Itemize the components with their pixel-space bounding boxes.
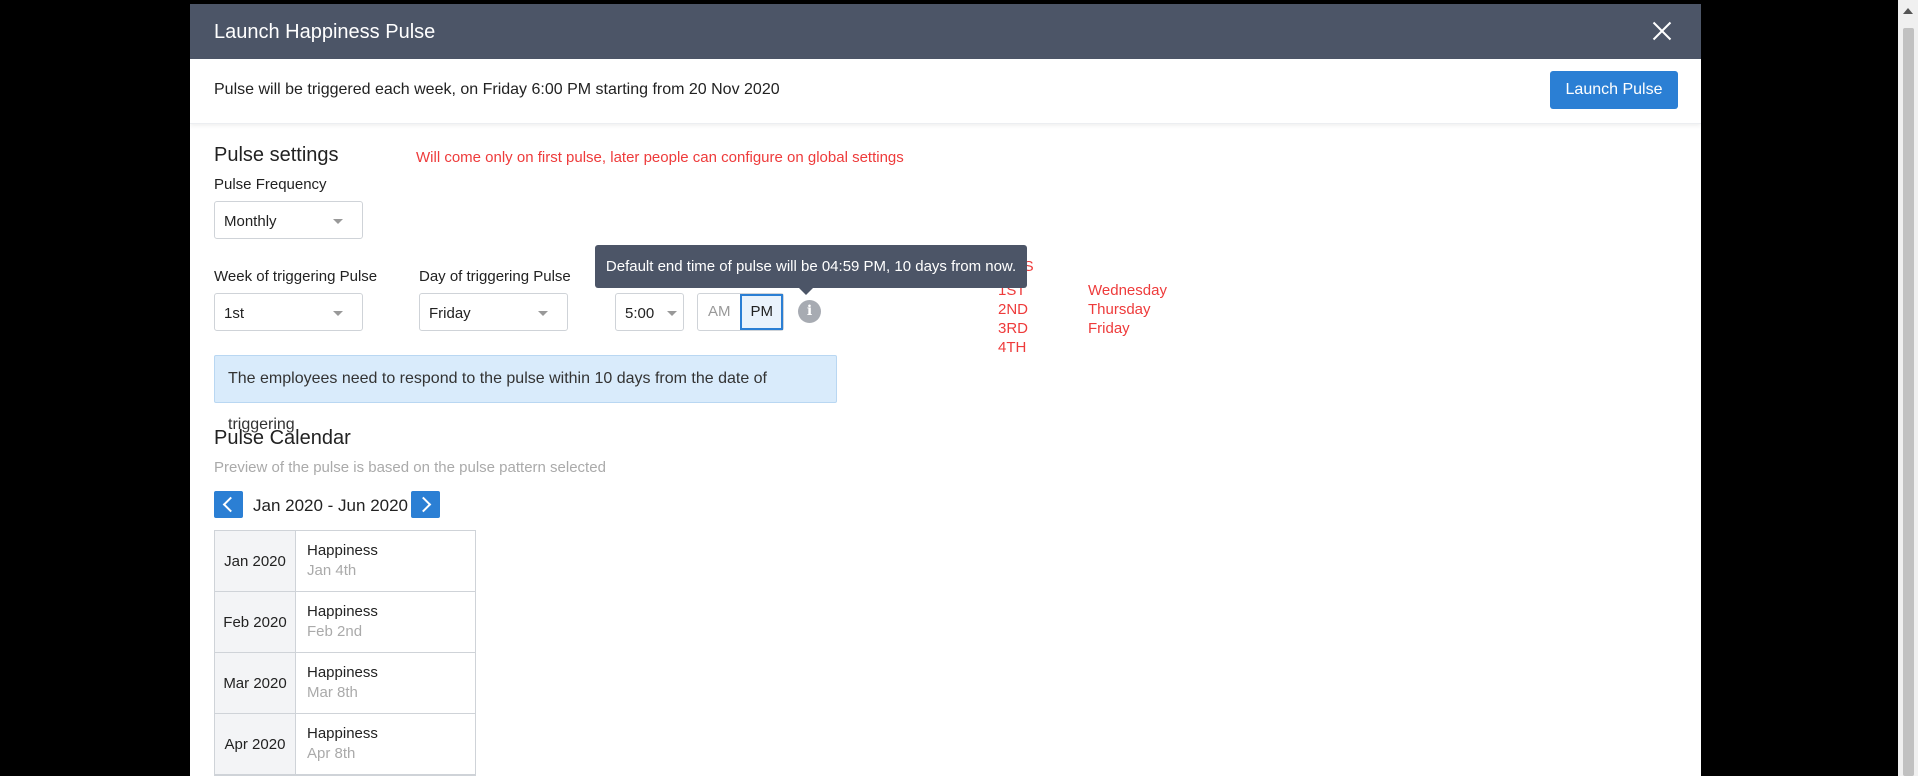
pm-option[interactable]: PM <box>740 294 783 330</box>
pulse-date: Jan 4th <box>307 562 357 579</box>
page-scrollbar[interactable] <box>1898 0 1918 776</box>
frequency-label: Pulse Frequency <box>214 176 327 193</box>
day-options-list: Wednesday Thursday Friday <box>1088 281 1167 338</box>
chevron-down-icon <box>667 311 677 316</box>
month-cell: Apr 2020 <box>215 714 296 774</box>
end-time-tooltip: Default end time of pulse will be 04:59 … <box>595 245 1027 295</box>
week-options-list: 1ST 2ND 3RD 4TH <box>998 281 1028 357</box>
launch-pulse-button[interactable]: Launch Pulse <box>1550 71 1678 109</box>
table-row: Mar 2020 Happiness Mar 8th <box>215 653 475 714</box>
day-label: Day of triggering Pulse <box>419 268 571 285</box>
pulse-cell[interactable]: Happiness Feb 2nd <box>296 592 378 652</box>
pulse-name: Happiness <box>307 542 378 559</box>
week-option: 4TH <box>998 339 1027 356</box>
pulse-calendar-table: Jan 2020 Happiness Jan 4th Feb 2020 Happ… <box>214 530 476 776</box>
info-icon[interactable]: i <box>798 300 821 323</box>
modal-header: Launch Happiness Pulse <box>190 4 1701 59</box>
pulse-settings-title: Pulse settings <box>214 144 339 166</box>
launch-pulse-modal: Launch Happiness Pulse Pulse will be tri… <box>190 4 1701 776</box>
frequency-value: Monthly <box>224 213 277 230</box>
info-bar: Pulse will be triggered each week, on Fr… <box>190 59 1701 124</box>
modal-title: Launch Happiness Pulse <box>214 21 436 43</box>
chevron-down-icon <box>538 311 548 316</box>
table-row: Apr 2020 Happiness Apr 8th <box>215 714 475 775</box>
settings-note: Will come only on first pulse, later peo… <box>416 149 904 166</box>
week-value: 1st <box>224 305 245 322</box>
frequency-select[interactable]: Monthly <box>214 201 363 239</box>
scrollbar-thumb[interactable] <box>1903 28 1914 776</box>
pulse-name: Happiness <box>307 664 378 681</box>
chevron-left-icon[interactable] <box>214 491 243 518</box>
calendar-range: Jan 2020 - Jun 2020 <box>253 496 409 515</box>
pulse-cell[interactable]: Happiness Apr 8th <box>296 714 378 774</box>
pulse-calendar-title: Pulse Calendar <box>214 427 351 449</box>
pulse-date: Mar 8th <box>307 684 358 701</box>
response-window-notice: The employees need to respond to the pul… <box>214 355 837 433</box>
pulse-name: Happiness <box>307 603 378 620</box>
day-option: Friday <box>1088 320 1130 337</box>
week-option: 2ND <box>998 301 1029 318</box>
week-select[interactable]: 1st <box>214 293 363 331</box>
table-row: Feb 2020 Happiness Feb 2nd <box>215 592 475 653</box>
week-label: Week of triggering Pulse <box>214 268 378 285</box>
month-cell: Mar 2020 <box>215 653 296 713</box>
day-option: Thursday <box>1088 301 1151 318</box>
calendar-subtitle: Preview of the pulse is based on the pul… <box>214 459 606 476</box>
close-icon[interactable] <box>1649 18 1675 44</box>
table-row: Jan 2020 Happiness Jan 4th <box>215 531 475 592</box>
time-value: 5:00 <box>625 305 655 322</box>
day-value: Friday <box>429 305 471 322</box>
day-option: Wednesday <box>1088 282 1167 299</box>
pulse-cell[interactable]: Happiness Mar 8th <box>296 653 378 713</box>
month-cell: Jan 2020 <box>215 531 296 591</box>
time-select[interactable]: 5:00 <box>615 293 684 331</box>
month-cell: Feb 2020 <box>215 592 296 652</box>
day-select[interactable]: Friday <box>419 293 568 331</box>
am-pm-toggle[interactable]: AM PM <box>697 293 784 331</box>
pulse-date: Apr 8th <box>307 745 356 762</box>
week-option: 3RD <box>998 320 1029 337</box>
pulse-date: Feb 2nd <box>307 623 363 640</box>
pulse-name: Happiness <box>307 725 378 742</box>
chevron-down-icon <box>333 219 343 224</box>
chevron-down-icon <box>333 311 343 316</box>
pulse-cell[interactable]: Happiness Jan 4th <box>296 531 378 591</box>
chevron-right-icon[interactable] <box>411 491 440 518</box>
am-option[interactable]: AM <box>698 294 740 330</box>
scroll-up-icon[interactable] <box>1903 8 1913 14</box>
schedule-summary: Pulse will be triggered each week, on Fr… <box>214 81 780 98</box>
